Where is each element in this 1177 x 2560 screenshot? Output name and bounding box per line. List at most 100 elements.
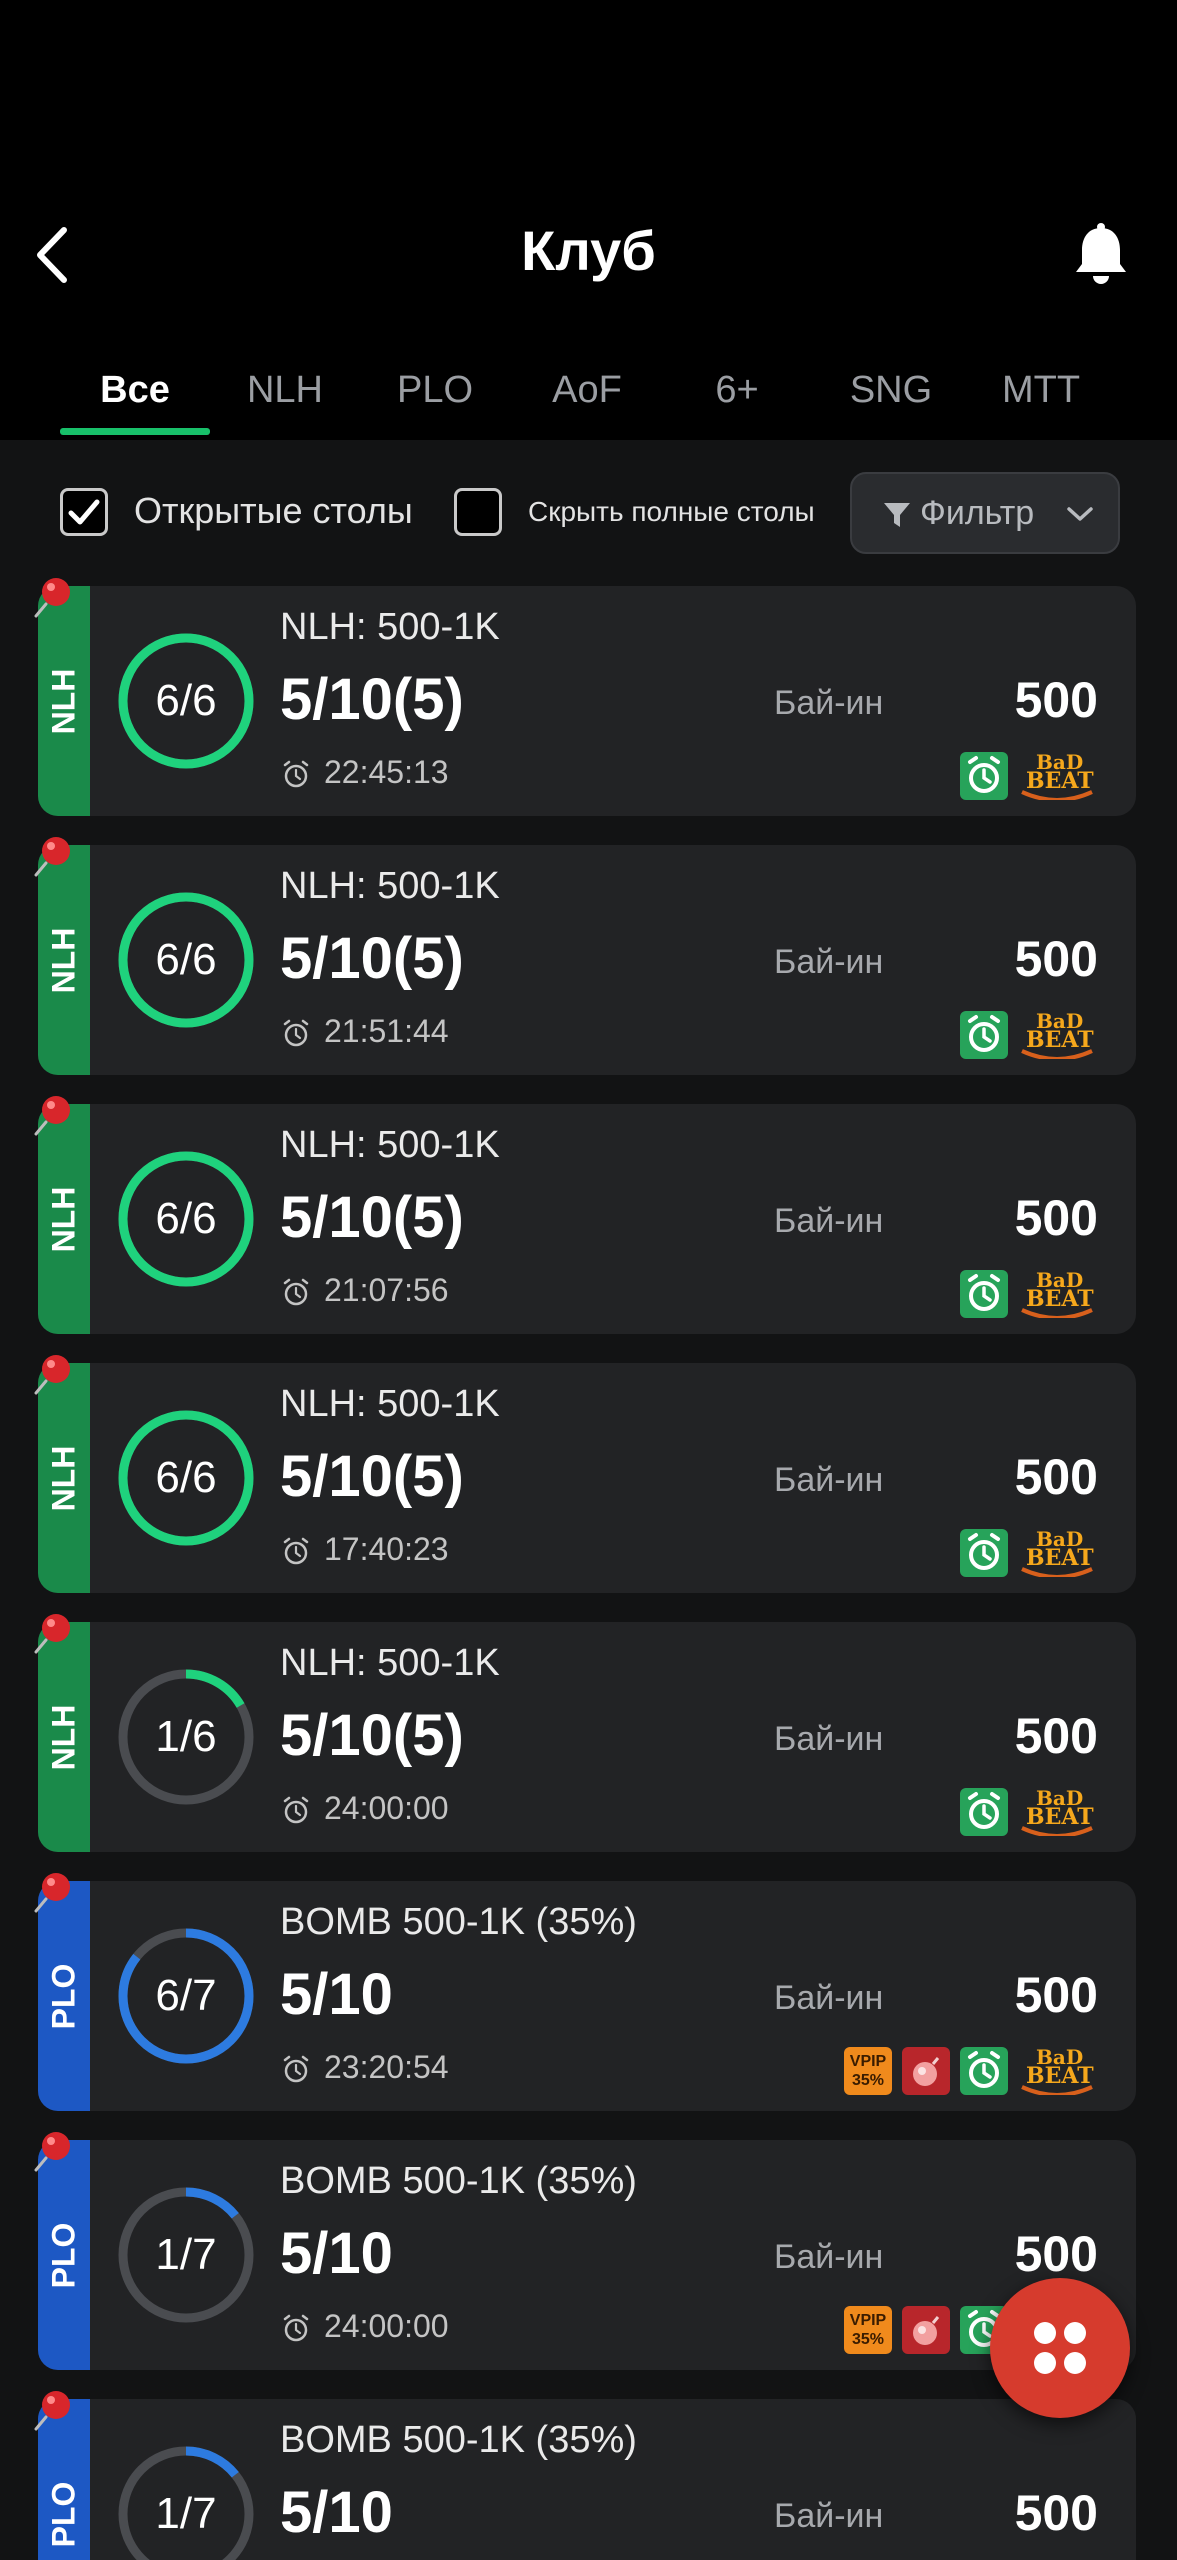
table-badges: BaD BEAT — [960, 1268, 1096, 1319]
tab-aof[interactable]: AoF — [512, 360, 662, 440]
game-type-label-wrap: NLH — [38, 1622, 90, 1852]
alarm-clock-icon — [283, 1019, 309, 1047]
table-card[interactable]: NLH 6/6 NLH: 500-1K 5/10(5) 21:07:56 Бай-ин 50… — [38, 1104, 1136, 1334]
tab-mtt[interactable]: MTT — [966, 360, 1116, 440]
table-stakes: 5/10 — [280, 2480, 393, 2545]
buyin-label: Бай-ин — [774, 2238, 884, 2276]
badbeat-logo-badge: BaDBEAT — [1018, 1786, 1096, 1836]
seats-count: 6/7 — [155, 1971, 217, 2020]
table-timer: 21:07:56 — [324, 1272, 449, 1308]
game-type-label-wrap: NLH — [38, 1363, 90, 1593]
buyin-label: Бай-ин — [774, 2497, 884, 2535]
alarm-clock-icon — [283, 760, 309, 788]
table-name: NLH: 500-1K — [280, 606, 500, 648]
vpip-badge: VPIP 35% — [844, 2306, 892, 2354]
tab-sng[interactable]: SNG — [816, 360, 966, 440]
table-card[interactable]: NLH 6/6 NLH: 500-1K 5/10(5) 22:45:13 Бай-ин 50… — [38, 586, 1136, 816]
badbeat-line2: BEAT — [1026, 2063, 1094, 2089]
game-type-label: PLO — [45, 2222, 82, 2288]
pin-icon — [34, 2132, 70, 2172]
table-name: NLH: 500-1K — [280, 1124, 500, 1166]
bomb-badge-icon — [902, 2047, 950, 2095]
active-tab-indicator — [60, 428, 210, 435]
bell-icon[interactable] — [1070, 222, 1132, 288]
badbeat-line2: BEAT — [1026, 1286, 1094, 1312]
buyin-value: 500 — [1014, 2485, 1098, 2541]
table-timer: 23:20:54 — [324, 2049, 449, 2085]
table-card[interactable]: PLO 1/7 BOMB 500-1K (35%) 5/10 Бай-ин 500 — [38, 2399, 1136, 2560]
alarm-clock-icon — [283, 1278, 309, 1306]
table-stakes: 5/10(5) — [280, 1444, 464, 1509]
vpip-badge-line2: 35% — [851, 2072, 885, 2089]
alarm-clock-icon — [283, 2055, 309, 2083]
vpip-badge-line1: VPIP — [849, 2053, 887, 2070]
table-timer: 22:45:13 — [324, 754, 449, 790]
table-card[interactable]: NLH 6/6 NLH: 500-1K 5/10(5) 17:40:23 Бай-ин 50… — [38, 1363, 1136, 1593]
quick-menu-button[interactable] — [990, 2278, 1130, 2418]
badbeat-logo-badge: BaDBEAT — [1018, 750, 1096, 800]
seats-count: 1/7 — [155, 2230, 217, 2279]
table-card[interactable]: PLO 1/7 BOMB 500-1K (35%) 5/10 24:00:00 Бай-и… — [38, 2140, 1136, 2370]
table-stakes: 5/10(5) — [280, 1703, 464, 1768]
game-type-label-wrap: NLH — [38, 1104, 90, 1334]
filter-button[interactable]: Фильтр — [850, 472, 1120, 554]
app-header: Клуб Все NLH PLO AoF 6+ SNG MTT — [0, 0, 1177, 440]
badbeat-logo-badge: BaDBEAT — [1018, 1268, 1096, 1318]
badbeat-line2: BEAT — [1026, 1027, 1094, 1053]
open-tables-checkbox[interactable] — [60, 488, 108, 536]
chevron-down-icon — [1067, 507, 1093, 521]
buyin-value: 500 — [1014, 2226, 1098, 2282]
table-stakes: 5/10(5) — [280, 926, 464, 991]
table-card[interactable]: NLH 6/6 NLH: 500-1K 5/10(5) 21:51:44 Бай-ин 50… — [38, 845, 1136, 1075]
pin-icon — [34, 837, 70, 877]
buyin-value: 500 — [1014, 672, 1098, 728]
pin-icon — [34, 1614, 70, 1654]
game-type-label: NLH — [45, 668, 82, 734]
table-badges: BaD BEAT — [960, 750, 1096, 801]
table-card[interactable]: PLO 6/7 BOMB 500-1K (35%) 5/10 23:20:54 Бай-и… — [38, 1881, 1136, 2111]
buyin-value: 500 — [1014, 931, 1098, 987]
alarm-clock-icon — [283, 1537, 309, 1565]
table-card[interactable]: NLH 1/6 NLH: 500-1K 5/10(5) 24:00:00 Бай-ин 50… — [38, 1622, 1136, 1852]
page-title: Клуб — [521, 219, 656, 282]
game-type-label: PLO — [45, 2481, 82, 2547]
table-timer: 17:40:23 — [324, 1531, 449, 1567]
buyin-label: Бай-ин — [774, 943, 884, 981]
badbeat-line2: BEAT — [1026, 1804, 1094, 1830]
table-badges: BaD BEAT — [960, 1527, 1096, 1578]
alarm-badge-icon — [960, 752, 1008, 800]
seats-count: 1/6 — [155, 1712, 217, 1761]
buyin-label: Бай-ин — [774, 684, 884, 722]
table-badges: VPIP 35% BaDBEAT — [844, 2045, 1096, 2096]
buyin-label: Бай-ин — [774, 1202, 884, 1240]
alarm-badge-icon — [960, 2047, 1008, 2095]
pin-icon — [34, 2391, 70, 2431]
table-timer: 24:00:00 — [324, 1790, 449, 1826]
buyin-value: 500 — [1014, 1449, 1098, 1505]
table-name: NLH: 500-1K — [280, 865, 500, 907]
table-stakes: 5/10 — [280, 1962, 393, 2027]
hide-full-checkbox[interactable] — [454, 488, 502, 536]
badbeat-logo-badge: BaDBEAT — [1018, 1527, 1096, 1577]
game-type-label: PLO — [45, 1963, 82, 2029]
pin-icon — [34, 1873, 70, 1913]
pin-icon — [34, 1355, 70, 1395]
game-type-label: NLH — [45, 1704, 82, 1770]
tab-6-[interactable]: 6+ — [662, 360, 812, 440]
vpip-badge-line1: VPIP — [849, 2312, 887, 2329]
pin-icon — [34, 1096, 70, 1136]
buyin-value: 500 — [1014, 1708, 1098, 1764]
seats-count: 6/6 — [155, 1194, 217, 1243]
table-stakes: 5/10 — [280, 2221, 393, 2286]
game-type-label-wrap: NLH — [38, 586, 90, 816]
tab-nlh[interactable]: NLH — [210, 360, 360, 440]
table-stakes: 5/10(5) — [280, 1185, 464, 1250]
open-tables-label: Открытые столы — [134, 490, 413, 531]
alarm-badge-icon — [960, 1788, 1008, 1836]
table-name: NLH: 500-1K — [280, 1642, 500, 1684]
seats-count: 1/7 — [155, 2489, 217, 2538]
seats-count: 6/6 — [155, 676, 217, 725]
buyin-value: 500 — [1014, 1190, 1098, 1246]
tab-plo[interactable]: PLO — [360, 360, 510, 440]
seats-count: 6/6 — [155, 1453, 217, 1502]
